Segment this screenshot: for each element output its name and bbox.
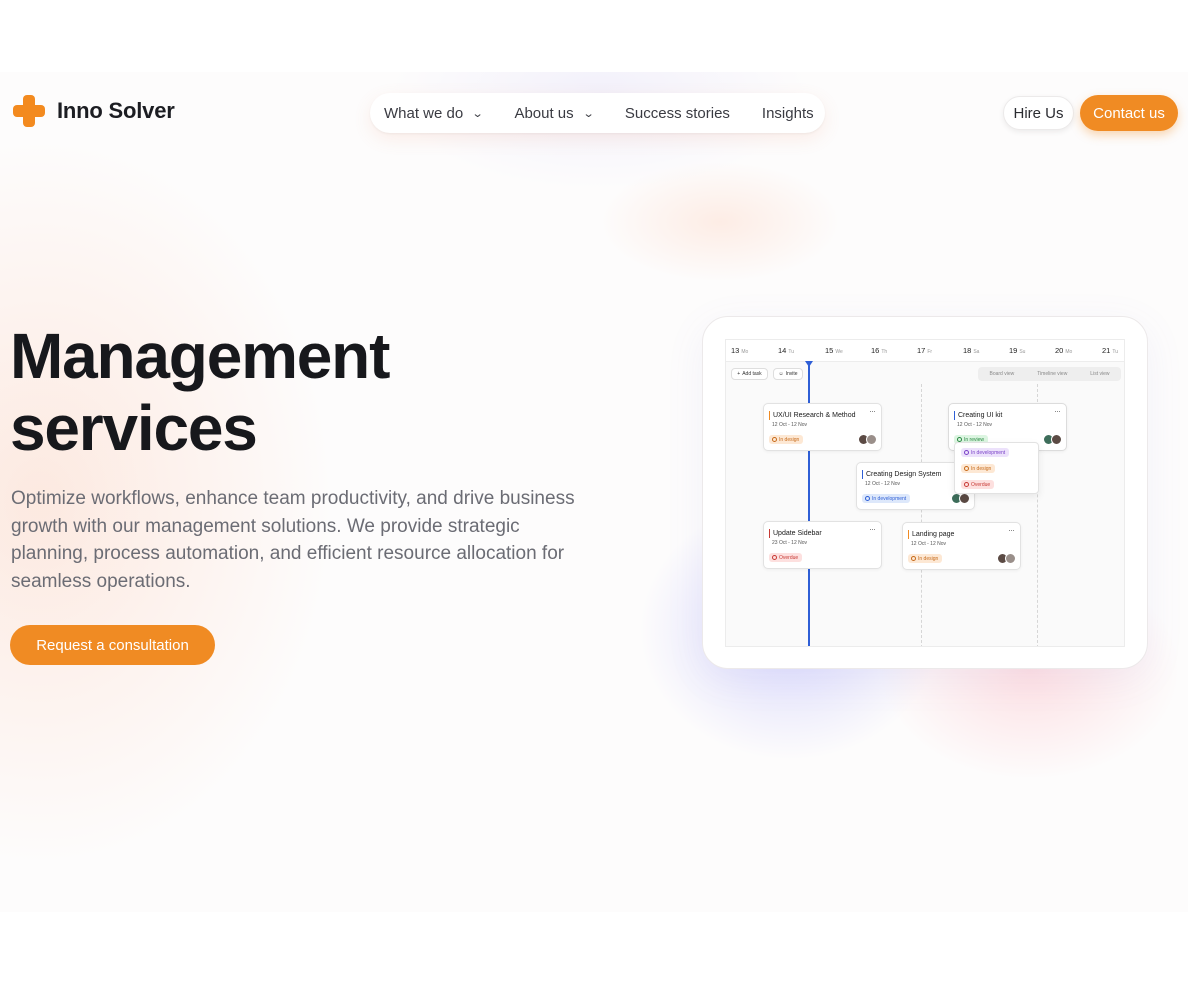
page: Inno Solver What we do ⌄ About us ⌄ Succ… xyxy=(0,0,1188,984)
nav-item-label: Insights xyxy=(761,104,814,122)
status-dot-icon xyxy=(772,555,777,560)
glow-decoration xyxy=(600,162,840,282)
chevron-down-icon: ⌄ xyxy=(471,107,484,120)
status-badge: In development xyxy=(862,494,911,503)
status-option-overdue[interactable]: Overdue xyxy=(961,480,995,489)
request-consultation-button[interactable]: Request a consultation xyxy=(10,625,215,665)
brand-name: Inno Solver xyxy=(57,98,175,123)
status-badge: In design xyxy=(908,554,943,563)
more-icon[interactable]: ··· xyxy=(869,524,876,534)
status-dot-icon xyxy=(911,556,916,561)
more-icon[interactable]: ··· xyxy=(1008,525,1015,535)
brand-logo[interactable]: Inno Solver xyxy=(13,95,175,127)
avatar xyxy=(866,434,877,445)
today-marker-icon xyxy=(805,361,813,367)
task-date: 12 Oct - 12 Nov xyxy=(772,422,808,428)
add-task-button[interactable]: + Add task xyxy=(731,368,768,380)
hero-title: Management services xyxy=(10,320,570,464)
view-switcher: Board view Timeline view List view xyxy=(978,367,1121,381)
task-title: Creating Design System xyxy=(862,470,941,479)
day-label: 17 Fr xyxy=(917,346,933,355)
plus-icon: + xyxy=(737,371,741,377)
status-dot-icon xyxy=(865,496,870,501)
grid-divider xyxy=(921,384,922,646)
status-option-development[interactable]: In development xyxy=(961,448,1010,457)
more-icon[interactable]: ··· xyxy=(869,406,876,416)
list-view-tab[interactable]: List view xyxy=(1090,371,1109,377)
day-label: 18 Sa xyxy=(963,346,980,355)
nav-item-label: Success stories xyxy=(624,104,730,122)
logo-cross-icon xyxy=(13,95,45,127)
task-title: UX/UI Research & Method xyxy=(769,411,855,420)
task-title: Update Sidebar xyxy=(769,529,822,538)
day-label: 19 Su xyxy=(1009,346,1026,355)
contact-us-button[interactable]: Contact us xyxy=(1080,95,1178,131)
chevron-down-icon: ⌄ xyxy=(582,107,595,120)
day-label: 16 Th xyxy=(871,346,888,355)
day-label: 20 Mo xyxy=(1055,346,1073,355)
task-date: 12 Oct - 12 Nov xyxy=(911,541,947,547)
day-label: 13 Mo xyxy=(731,346,749,355)
status-badge: In design xyxy=(769,435,804,444)
avatar xyxy=(1051,434,1062,445)
avatar xyxy=(959,493,970,504)
timeline-days-header: 13 Mo 14 Tu 15 We 16 Th 17 Fr 18 Sa 19 Su 20 Mo … xyxy=(726,340,1124,362)
hero-description: Optimize workflows, enhance team product… xyxy=(11,488,575,592)
task-title: Landing page xyxy=(908,530,954,539)
hero-title-line: Management xyxy=(10,320,390,392)
status-option-design[interactable]: In design xyxy=(961,464,996,473)
hire-us-button[interactable]: Hire Us xyxy=(1003,96,1074,130)
user-icon: ☺ xyxy=(778,371,784,377)
task-title: Creating UI kit xyxy=(954,411,1002,420)
status-badge: Overdue xyxy=(769,553,803,562)
task-card[interactable]: Update Sidebar 23 Oct - 12 Nov ··· Overd… xyxy=(763,521,882,569)
task-date: 12 Oct - 12 Nov xyxy=(957,422,993,428)
day-label: 15 We xyxy=(825,346,843,355)
avatar-group xyxy=(858,434,877,445)
nav-item-what-we-do[interactable]: What we do ⌄ xyxy=(384,104,484,122)
status-dot-icon xyxy=(772,437,777,442)
status-dot-icon xyxy=(964,466,969,471)
nav-item-label: About us xyxy=(514,104,574,122)
add-task-label: Add task xyxy=(742,371,762,377)
day-label: 14 Tu xyxy=(778,346,794,355)
nav-item-label: What we do xyxy=(384,104,464,122)
status-dot-icon xyxy=(964,482,969,487)
more-icon[interactable]: ··· xyxy=(1054,406,1061,416)
invite-button[interactable]: ☺ Invite xyxy=(773,368,803,380)
day-label: 21 Tu xyxy=(1102,346,1118,355)
nav-item-success-stories[interactable]: Success stories xyxy=(625,105,730,122)
status-dot-icon xyxy=(964,450,969,455)
avatar-group xyxy=(951,493,970,504)
timeline-view-tab[interactable]: Timeline view xyxy=(1037,371,1067,377)
task-card[interactable]: UX/UI Research & Method 12 Oct - 12 Nov … xyxy=(763,403,882,451)
nav-item-insights[interactable]: Insights xyxy=(762,105,814,122)
task-date: 12 Oct - 12 Nov xyxy=(865,481,901,487)
board-view-tab[interactable]: Board view xyxy=(989,371,1014,377)
task-card[interactable]: Landing page 12 Oct - 12 Nov ··· In desi… xyxy=(902,522,1021,570)
hero-title-line: services xyxy=(10,392,258,464)
nav-item-about-us[interactable]: About us ⌄ xyxy=(514,104,595,122)
timeline-mockup: 13 Mo 14 Tu 15 We 16 Th 17 Fr 18 Sa 19 Su 20 Mo … xyxy=(725,339,1125,647)
status-dropdown: In development In design Overdue xyxy=(954,442,1039,494)
task-date: 23 Oct - 12 Nov xyxy=(772,540,808,546)
avatar-group xyxy=(997,553,1016,564)
avatar xyxy=(1005,553,1016,564)
avatar-group xyxy=(1043,434,1062,445)
invite-label: Invite xyxy=(785,371,798,377)
main-nav: What we do ⌄ About us ⌄ Success stories … xyxy=(370,93,825,133)
